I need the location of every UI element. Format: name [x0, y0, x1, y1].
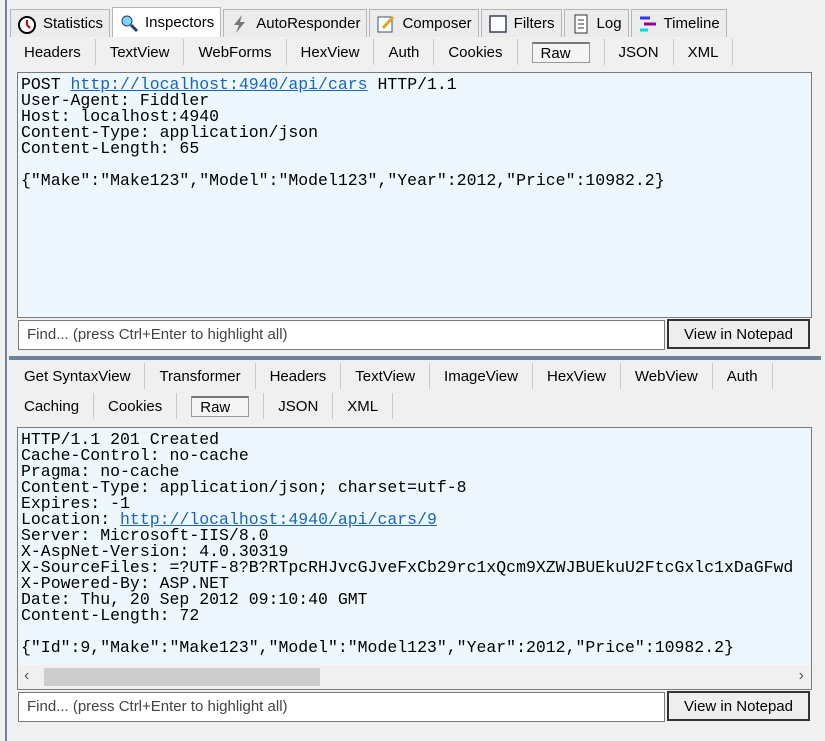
subtab-label: JSON	[278, 397, 319, 415]
subtab-label: Raw	[191, 395, 250, 417]
text-line: {"Make":"Make123","Model":"Model123","Ye…	[21, 171, 665, 190]
subtab-label: Get SyntaxView	[24, 367, 131, 385]
subtab-label: Headers	[269, 367, 327, 385]
subtab-auth[interactable]: Auth	[713, 363, 773, 389]
text-line: Content-Length: 65	[21, 139, 200, 158]
tab-label: Filters	[513, 15, 555, 32]
subtab-label: Cookies	[108, 397, 163, 415]
subtab-label: WebForms	[198, 43, 272, 61]
inspect-icon	[119, 13, 139, 33]
subtab-transformer[interactable]: Transformer	[145, 363, 256, 389]
subtab-get-syntaxview[interactable]: Get SyntaxView	[10, 363, 146, 389]
request-find-input[interactable]: Find... (press Ctrl+Enter to highlight a…	[18, 320, 665, 350]
tab-filters[interactable]: Filters	[480, 9, 562, 37]
tab-composer[interactable]: Composer	[369, 9, 479, 37]
timeline-icon	[638, 14, 658, 34]
left-border	[0, 0, 7, 741]
subtab-cookies[interactable]: Cookies	[94, 393, 178, 419]
subtab-webview[interactable]: WebView	[621, 363, 713, 389]
subtab-xml[interactable]: XML	[674, 39, 734, 65]
subtab-json[interactable]: JSON	[605, 39, 674, 65]
subtab-label: Caching	[24, 397, 80, 415]
main-tabs: Statistics Inspectors AutoResponder Compose…	[10, 7, 729, 37]
subtab-label: JSON	[618, 43, 659, 61]
subtab-label: XML	[687, 43, 719, 61]
subtab-json[interactable]: JSON	[264, 393, 334, 419]
response-find-input[interactable]: Find... (press Ctrl+Enter to highlight a…	[18, 692, 665, 722]
response-tabs-row2: Caching Cookies Raw JSON XML	[10, 392, 394, 420]
subtab-label: Cookies	[448, 43, 503, 61]
tab-label: Timeline	[663, 15, 720, 32]
subtab-raw[interactable]: Raw	[177, 393, 265, 419]
subtab-label: Raw	[531, 41, 590, 63]
scroll-right-icon[interactable]: ›	[799, 667, 804, 685]
tab-label: Statistics	[43, 15, 104, 32]
subtab-hexview[interactable]: HexView	[287, 39, 375, 65]
subtab-label: Auth	[388, 43, 420, 61]
tab-inspectors[interactable]: Inspectors	[112, 7, 222, 37]
request-tabs: Headers TextView WebForms HexView Auth Cookie…	[10, 38, 734, 66]
tab-label: Inspectors	[145, 14, 215, 31]
subtab-label: HexView	[300, 43, 360, 61]
subtab-label: XML	[347, 397, 379, 415]
request-raw-text[interactable]: POST http://localhost:4940/api/cars HTTP…	[17, 72, 812, 318]
scrollbar-thumb[interactable]	[44, 668, 320, 686]
subtab-label: ImageView	[444, 367, 518, 385]
subtab-textview[interactable]: TextView	[96, 39, 185, 65]
subtab-label: Transformer	[159, 367, 241, 385]
splitter[interactable]	[9, 356, 821, 360]
scroll-left-icon[interactable]: ‹	[24, 667, 29, 685]
tab-timeline[interactable]: Timeline	[630, 9, 727, 37]
subtab-label: TextView	[109, 43, 170, 61]
tab-log[interactable]: Log	[563, 9, 629, 37]
text-line: Content-Length: 72	[21, 606, 200, 625]
subtab-label: Headers	[24, 43, 81, 61]
subtab-raw[interactable]: Raw	[518, 39, 605, 65]
response-tabs-row1: Get SyntaxView Transformer Headers TextView…	[10, 362, 773, 390]
tab-autoresponder[interactable]: AutoResponder	[223, 9, 368, 37]
response-view-in-notepad-button[interactable]: View in Notepad	[667, 691, 810, 721]
subtab-webforms[interactable]: WebForms	[184, 39, 287, 65]
subtab-cookies[interactable]: Cookies	[434, 39, 518, 65]
subtab-label: WebView	[634, 367, 698, 385]
log-icon	[571, 14, 591, 34]
subtab-textview[interactable]: TextView	[341, 363, 431, 389]
subtab-hexview[interactable]: HexView	[533, 363, 621, 389]
text-line: {"Id":9,"Make":"Make123","Model":"Model1…	[21, 638, 734, 657]
tab-label: Log	[596, 15, 622, 32]
stopwatch-icon	[17, 14, 37, 34]
response-raw-text[interactable]: HTTP/1.1 201 Created Cache-Control: no-c…	[17, 427, 812, 690]
subtab-headers[interactable]: Headers	[256, 363, 342, 389]
subtab-imageview[interactable]: ImageView	[430, 363, 533, 389]
subtab-label: Auth	[726, 367, 758, 385]
lightning-icon	[230, 14, 250, 34]
tab-label: AutoResponder	[256, 15, 361, 32]
horizontal-scrollbar[interactable]: ‹ ›	[18, 665, 810, 689]
request-view-in-notepad-button[interactable]: View in Notepad	[667, 319, 810, 349]
subtab-xml[interactable]: XML	[333, 393, 394, 419]
subtab-label: TextView	[355, 367, 416, 385]
subtab-headers[interactable]: Headers	[10, 39, 96, 65]
checkbox-icon	[488, 14, 508, 34]
tab-statistics[interactable]: Statistics	[10, 9, 111, 37]
subtab-label: HexView	[546, 367, 606, 385]
tab-label: Composer	[402, 15, 472, 32]
subtab-auth[interactable]: Auth	[374, 39, 435, 65]
request-protocol: HTTP/1.1	[377, 75, 457, 94]
subtab-caching[interactable]: Caching	[10, 393, 95, 419]
compose-icon	[376, 14, 396, 34]
